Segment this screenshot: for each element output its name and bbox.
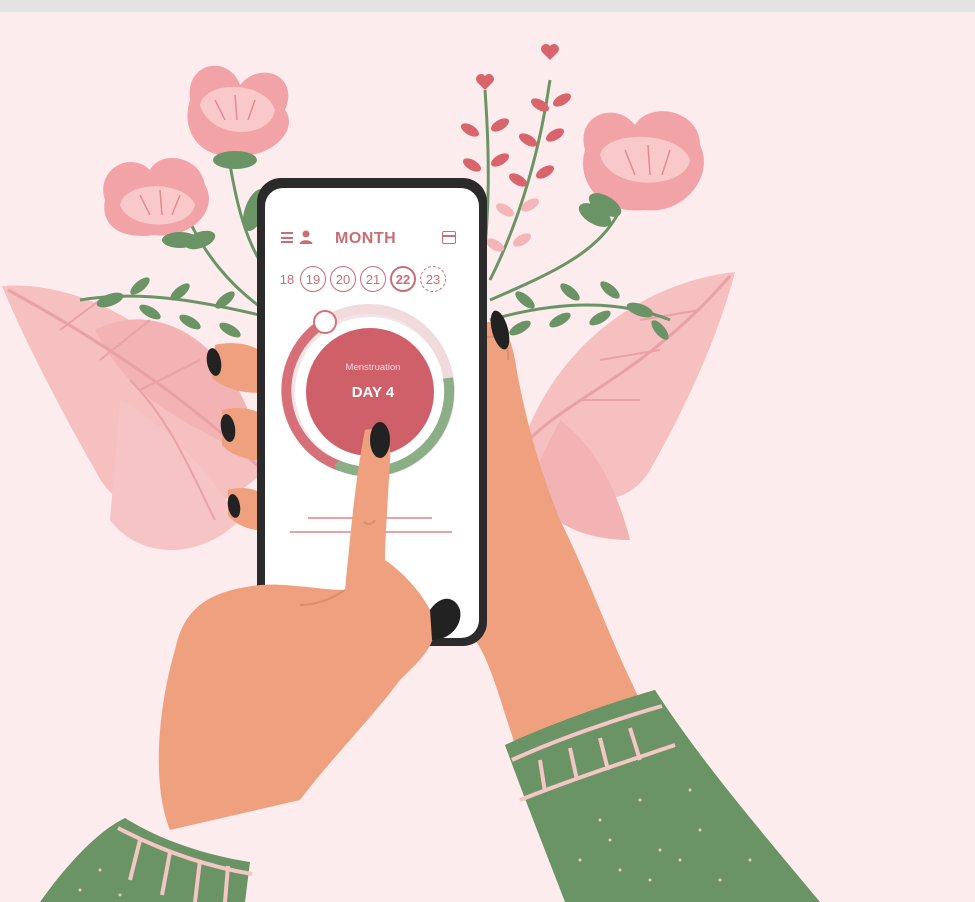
phone-screen: MONTH 18 19 20 21 22 23 Menstruation DAY… [265,190,480,635]
calendar-icon[interactable] [442,231,456,244]
day-item-today[interactable]: 22 [390,266,416,292]
right-large-leaf [518,272,735,540]
day-item[interactable]: 18 [278,266,296,292]
day-item[interactable]: 19 [300,266,326,292]
app-header: MONTH [265,226,480,250]
view-title[interactable]: MONTH [335,230,396,248]
day-item[interactable]: 20 [330,266,356,292]
day-item-future[interactable]: 23 [420,266,446,292]
day-selector: 18 19 20 21 22 23 [278,264,450,294]
hamburger-menu-icon[interactable] [281,232,293,243]
cycle-phase-label: Menstruation [345,362,401,373]
right-blossom [583,111,704,217]
heart-sprigs [460,44,572,187]
illustration-scene: MONTH 18 19 20 21 22 23 Menstruation DAY… [0,0,975,902]
illustration-artwork [2,44,820,902]
cycle-day-label[interactable]: DAY 4 [325,384,421,401]
person-icon[interactable] [298,229,314,245]
day-item[interactable]: 21 [360,266,386,292]
left-top-blossom [187,65,289,169]
left-sleeve [40,818,253,902]
